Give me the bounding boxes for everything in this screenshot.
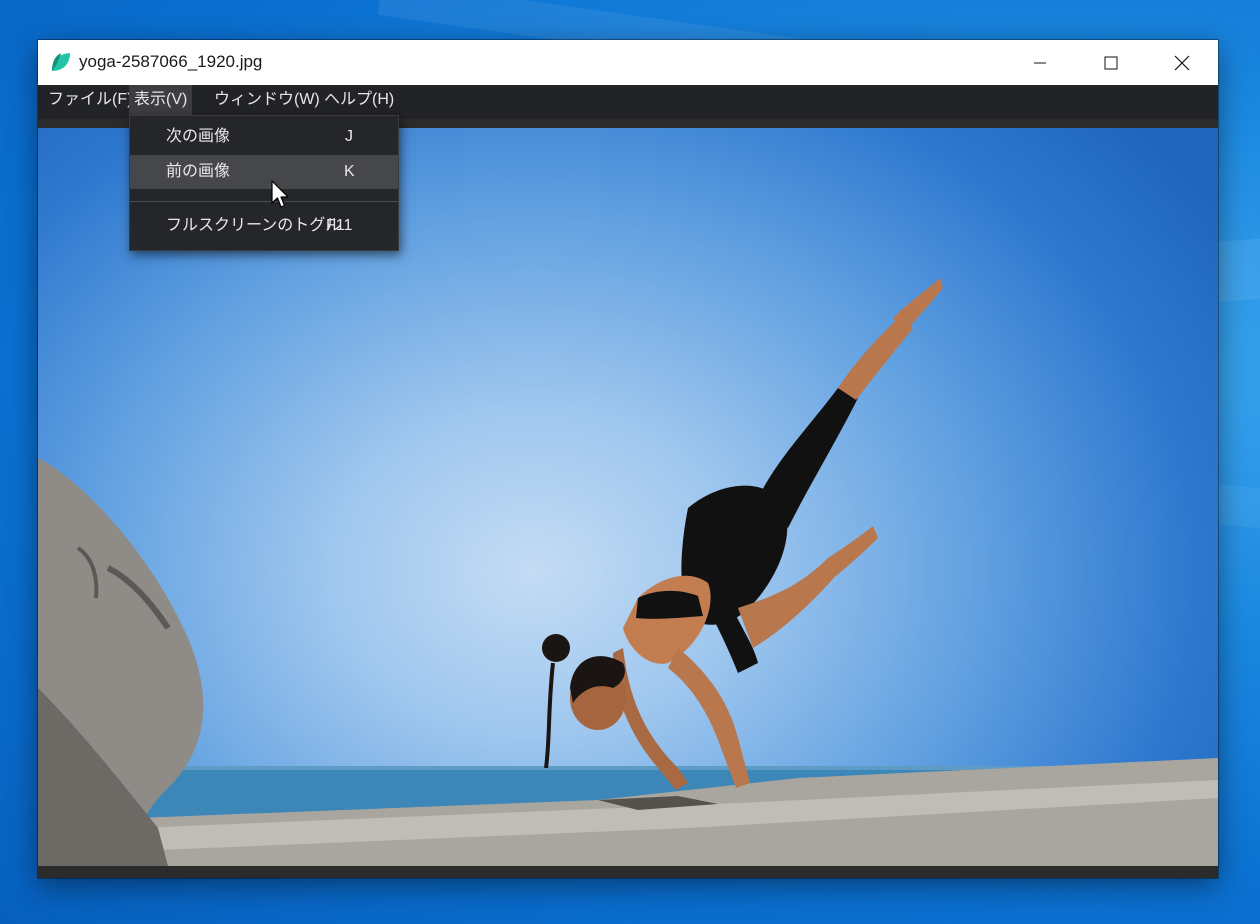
menu-help[interactable]: ヘルプ(H) (319, 85, 399, 115)
shortcut-label: K (344, 163, 355, 180)
title-bar[interactable]: yoga-2587066_1920.jpg (38, 40, 1218, 85)
menu-separator (130, 201, 398, 202)
minimize-button[interactable] (1004, 40, 1076, 85)
menu-file[interactable]: ファイル(F) (43, 85, 137, 115)
menu-item-label: フルスクリーンのトグル (166, 217, 342, 234)
menu-item-previous-image[interactable]: 前の画像 K (130, 155, 398, 189)
mouse-cursor-icon (271, 180, 289, 208)
shortcut-label: J (345, 128, 353, 145)
menu-item-label: 次の画像 (166, 128, 231, 145)
menu-item-next-image[interactable]: 次の画像 J (130, 120, 398, 154)
maximize-icon (1104, 56, 1118, 69)
image-viewer-window: yoga-2587066_1920.jpg ファイル(F) 表示(V) ウィンド… (38, 40, 1218, 878)
menu-view[interactable]: 表示(V) (129, 85, 193, 115)
menu-window[interactable]: ウィンドウ(W) (209, 85, 325, 115)
menu-item-toggle-fullscreen[interactable]: フルスクリーンのトグル F11 (130, 209, 398, 243)
view-menu-dropdown: 次の画像 J 前の画像 K フルスクリーンのトグル F11 (129, 115, 399, 251)
yoga-figure (542, 278, 943, 790)
status-strip (38, 866, 1218, 878)
menu-item-label: 前の画像 (166, 163, 231, 180)
close-button[interactable] (1146, 40, 1218, 85)
menu-bar: ファイル(F) 表示(V) ウィンドウ(W) ヘルプ(H) (38, 85, 1218, 119)
leaf-icon (52, 53, 70, 71)
maximize-button[interactable] (1075, 40, 1147, 85)
close-icon (1174, 55, 1190, 70)
shortcut-label: F11 (326, 217, 353, 234)
minimize-icon (1034, 62, 1046, 63)
window-title: yoga-2587066_1920.jpg (79, 52, 263, 71)
